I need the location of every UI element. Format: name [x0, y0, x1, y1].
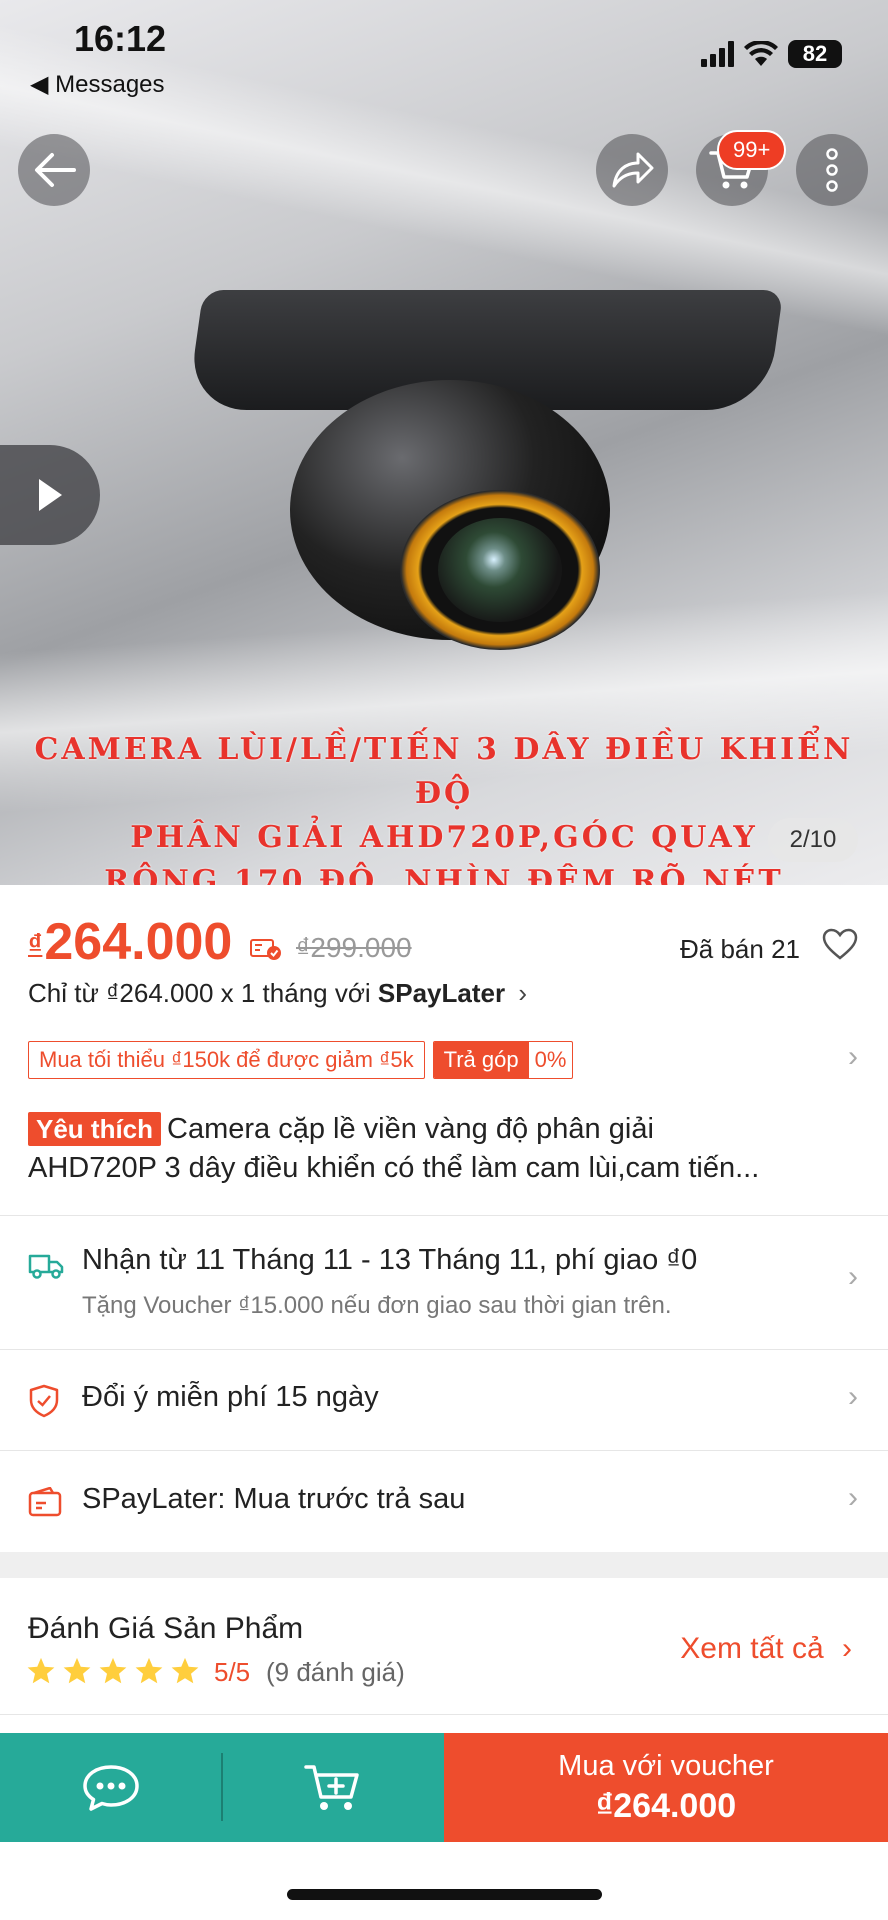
rating-value: 5/5	[214, 1657, 251, 1687]
chevron-right-icon: ›	[842, 1632, 852, 1665]
more-options-button[interactable]	[796, 134, 868, 206]
bottom-left-actions	[0, 1733, 444, 1842]
sold-count: Đã bán 21	[680, 934, 800, 964]
heart-icon[interactable]	[822, 928, 858, 960]
installment-tag-label: Trả góp	[433, 1042, 529, 1078]
arrow-left-icon	[35, 153, 76, 187]
installment-offer[interactable]: Chỉ từ ₫264.000 x 1 tháng với SPayLater …	[28, 978, 527, 1009]
current-price: ₫264.000	[28, 912, 232, 972]
camera-lens	[438, 518, 562, 622]
chat-icon	[83, 1764, 139, 1811]
home-indicator[interactable]	[287, 1889, 602, 1900]
reviews-title: Đánh Giá Sản Phẩm	[28, 1612, 304, 1645]
shipping-row[interactable]: Nhận từ 11 Tháng 11 - 13 Tháng 11, phí g…	[0, 1216, 888, 1349]
image-caption: CAMERA LÙI/LỀ/TIẾN 3 DÂY ĐIỀU KHIỂN ĐỘ P…	[0, 728, 888, 885]
installment-text: Chỉ từ ₫264.000 x 1 tháng với	[28, 978, 378, 1008]
rating-count: (9 đánh giá)	[266, 1657, 405, 1687]
play-video-button[interactable]	[0, 445, 100, 545]
chevron-right-icon: ›	[848, 1481, 858, 1514]
cart-plus-icon	[304, 1764, 359, 1810]
cart-count-badge: 99+	[717, 130, 787, 170]
favorite-badge: Yêu thích	[28, 1112, 162, 1146]
buy-button-price: ₫264.000	[595, 1786, 737, 1825]
wifi-icon	[744, 41, 778, 66]
chevron-right-icon: ›	[848, 1380, 858, 1413]
delivery-truck-icon	[28, 1254, 64, 1279]
star-icon	[99, 1657, 127, 1684]
price-row: ₫264.000 ₫299.000 Đã bán 21	[28, 912, 858, 982]
installment-tag-rate: 0%	[534, 1047, 567, 1072]
divider	[0, 1714, 888, 1715]
caption-line: PHÂN GIẢI AHD720P,GÓC QUAY	[130, 820, 758, 855]
status-time: 16:12	[74, 18, 167, 59]
star-icon	[27, 1657, 55, 1684]
promo-tags[interactable]: Mua tối thiểu ₫150k để được giảm ₫5k Trả…	[28, 1041, 574, 1079]
battery-icon: 82	[788, 40, 842, 68]
share-icon	[612, 152, 654, 188]
chat-button[interactable]	[0, 1733, 222, 1842]
add-to-cart-button[interactable]	[222, 1733, 444, 1842]
star-rating	[26, 1656, 200, 1686]
star-icon	[171, 1657, 199, 1684]
returns-row[interactable]: Đổi ý miễn phí 15 ngày ›	[0, 1350, 888, 1450]
title-line-2: AHD720P 3 dây điều khiển có thể làm cam …	[28, 1152, 760, 1184]
price-value: 264.000	[44, 913, 233, 971]
back-to-messages[interactable]: ◀ Messages	[30, 70, 165, 99]
separator	[221, 1753, 223, 1821]
play-icon	[39, 479, 62, 511]
see-all-reviews-link[interactable]: Xem tất cả ›	[680, 1632, 852, 1666]
installment-tag: Trả góp 0%	[432, 1041, 574, 1079]
product-page: CAMERA LÙI/LỀ/TIẾN 3 DÂY ĐIỀU KHIỂN ĐỘ P…	[0, 0, 888, 1920]
buy-button-label: Mua với voucher	[558, 1749, 774, 1782]
buy-with-voucher-button[interactable]: Mua với voucher ₫264.000	[444, 1733, 888, 1842]
shield-check-icon	[29, 1384, 59, 1418]
star-icon	[63, 1657, 91, 1684]
delivery-voucher-note: Tặng Voucher ₫15.000 nếu đơn giao sau th…	[82, 1292, 672, 1319]
original-price: ₫299.000	[296, 932, 412, 963]
installment-brand: SPayLater	[377, 978, 506, 1008]
chevron-right-icon: ›	[848, 1260, 858, 1293]
price-guarantee-icon	[250, 939, 281, 960]
section-separator	[0, 1552, 888, 1578]
share-button[interactable]	[596, 134, 668, 206]
delivery-estimate: Nhận từ 11 Tháng 11 - 13 Tháng 11, phí g…	[82, 1244, 698, 1276]
more-vertical-icon	[826, 148, 838, 192]
caption-line: RỘNG 170 ĐỘ, NHÌN ĐÊM RÕ NÉT	[104, 864, 784, 885]
bottom-action-bar: Mua với voucher ₫264.000	[0, 1733, 888, 1842]
see-all-label: Xem tất cả	[680, 1632, 824, 1665]
status-indicators: 82	[701, 40, 842, 68]
title-line-1: Camera cặp lề viền vàng độ phân giải	[167, 1113, 654, 1145]
min-spend-voucher-tag: Mua tối thiểu ₫150k để được giảm ₫5k	[28, 1041, 425, 1079]
wallet-icon	[28, 1487, 62, 1517]
chevron-right-icon: ›	[518, 978, 527, 1008]
spaylater-text: SPayLater: Mua trước trả sau	[82, 1483, 466, 1515]
caption-line: CAMERA LÙI/LỀ/TIẾN 3 DÂY ĐIỀU KHIỂN ĐỘ	[34, 732, 854, 811]
star-icon	[135, 1657, 163, 1684]
currency-symbol: ₫	[28, 928, 43, 959]
product-title: Yêu thích Camera cặp lề viền vàng độ phân…	[28, 1110, 858, 1188]
free-returns-text: Đổi ý miễn phí 15 ngày	[82, 1381, 379, 1413]
chevron-right-icon[interactable]: ›	[848, 1040, 858, 1074]
back-button[interactable]	[18, 134, 90, 206]
image-counter: 2/10	[768, 818, 858, 862]
cellular-signal-icon	[701, 41, 734, 67]
spaylater-row[interactable]: SPayLater: Mua trước trả sau ›	[0, 1451, 888, 1552]
